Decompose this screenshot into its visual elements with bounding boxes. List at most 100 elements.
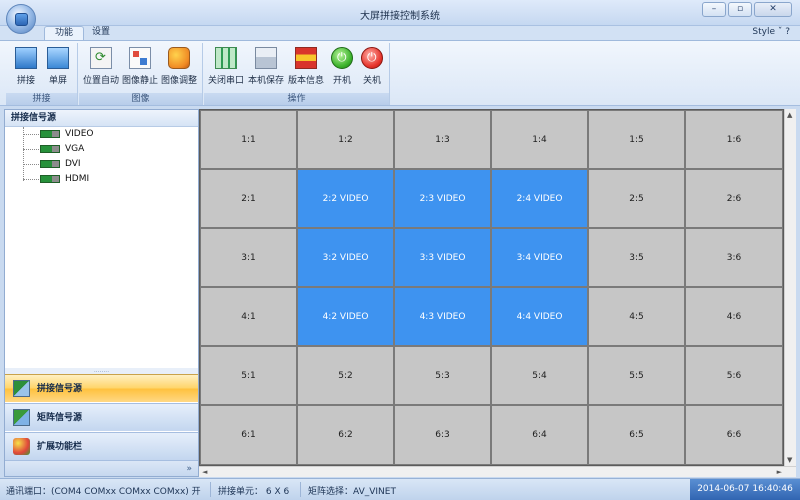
scroll-left-arrow[interactable]: ◄ (202, 468, 207, 476)
single-screen-button[interactable]: 单屏 (42, 47, 74, 86)
grid-cell-3-2[interactable]: 3:2 VIDEO (297, 228, 394, 287)
auto-position-icon (90, 47, 112, 69)
grid-cell-2-2[interactable]: 2:2 VIDEO (297, 169, 394, 228)
app-menu-button[interactable] (6, 4, 36, 34)
panel-expand-button[interactable]: » (5, 460, 198, 476)
tab-functions[interactable]: 功能 (44, 26, 85, 40)
tab-settings[interactable]: 设置 (82, 26, 120, 40)
grid-cell-2-6[interactable]: 2:6 (685, 169, 783, 228)
splice-wall-grid: 1:1 1:2 1:3 1:4 1:5 1:6 2:1 2:2 VIDEO 2:3 VIDEO 2… (199, 109, 784, 466)
grid-cell-label: 3:5 (629, 252, 644, 263)
grid-cell-4-2[interactable]: 4:2 VIDEO (297, 287, 394, 346)
power-off-button[interactable]: 关机 (358, 47, 386, 86)
version-info-button[interactable]: 版本信息 (286, 47, 326, 86)
grid-cell-6-5[interactable]: 6:5 (588, 405, 685, 465)
grid-cell-label: 5:1 (241, 370, 256, 381)
matrix-source-icon (13, 409, 30, 426)
image-freeze-icon (129, 47, 151, 69)
scroll-up-arrow[interactable]: ▲ (787, 111, 792, 119)
grid-cell-label: 1:2 (338, 134, 353, 145)
grid-cell-label: 2:5 (629, 193, 644, 204)
source-label: DVI (65, 159, 81, 169)
scroll-right-arrow[interactable]: ► (777, 468, 782, 476)
grid-cell-4-1[interactable]: 4:1 (200, 287, 297, 346)
grid-cell-label: 6:1 (241, 430, 256, 440)
nav-matrix-source[interactable]: 矩阵信号源 (5, 403, 198, 431)
image-freeze-button[interactable]: 图像静止 (121, 47, 159, 86)
grid-cell-label: 1:1 (241, 134, 256, 145)
extension-icon (13, 438, 30, 455)
power-on-button[interactable]: 开机 (328, 47, 356, 86)
splice-button[interactable]: 拼接 (10, 47, 42, 86)
grid-cell-label: 6:2 (338, 430, 353, 440)
auto-position-label: 位置自动 (82, 76, 119, 86)
grid-cell-4-5[interactable]: 4:5 (588, 287, 685, 346)
grid-cell-2-3[interactable]: 2:3 VIDEO (394, 169, 491, 228)
scroll-down-arrow[interactable]: ▼ (787, 456, 792, 464)
grid-cell-5-4[interactable]: 5:4 (491, 346, 588, 405)
grid-cell-4-3[interactable]: 4:3 VIDEO (394, 287, 491, 346)
grid-cell-6-4[interactable]: 6:4 (491, 405, 588, 465)
grid-cell-1-3[interactable]: 1:3 (394, 110, 491, 169)
grid-cell-2-1[interactable]: 2:1 (200, 169, 297, 228)
signal-source-icon (40, 175, 60, 183)
grid-cell-label: 2:3 VIDEO (419, 193, 466, 204)
close-serial-port-button[interactable]: 关闭串口 (206, 47, 246, 86)
close-button[interactable]: ✕ (754, 2, 792, 17)
auto-position-button[interactable]: 位置自动 (82, 47, 120, 86)
grid-cell-1-6[interactable]: 1:6 (685, 110, 783, 169)
grid-cell-2-4[interactable]: 2:4 VIDEO (491, 169, 588, 228)
grid-cell-3-6[interactable]: 3:6 (685, 228, 783, 287)
grid-cell-label: 4:3 VIDEO (419, 311, 466, 322)
minimize-button[interactable]: – (702, 2, 726, 17)
grid-cell-5-5[interactable]: 5:5 (588, 346, 685, 405)
group-label-splice: 拼接 (6, 93, 77, 105)
grid-cell-4-4[interactable]: 4:4 VIDEO (491, 287, 588, 346)
horizontal-scrollbar[interactable]: ◄ ► (199, 466, 796, 477)
maximize-button[interactable]: ▫ (728, 2, 752, 17)
status-bar: 通讯端口：(COM4 COMxx COMxx COMxx) 开 拼接单元： 6 … (0, 478, 800, 500)
tree-branch (23, 164, 39, 165)
grid-cell-6-2[interactable]: 6:2 (297, 405, 394, 465)
grid-cell-3-1[interactable]: 3:1 (200, 228, 297, 287)
grid-cell-1-4[interactable]: 1:4 (491, 110, 588, 169)
nav-extension-bar[interactable]: 扩展功能栏 (5, 432, 198, 460)
grid-cell-label: 5:3 (435, 370, 450, 381)
image-freeze-label: 图像静止 (121, 76, 158, 86)
grid-cell-6-1[interactable]: 6:1 (200, 405, 297, 465)
grid-cell-4-6[interactable]: 4:6 (685, 287, 783, 346)
grid-cell-3-5[interactable]: 3:5 (588, 228, 685, 287)
grid-cell-6-3[interactable]: 6:3 (394, 405, 491, 465)
source-label: VIDEO (65, 129, 94, 139)
style-menu[interactable]: Style ˇ ? (752, 27, 790, 37)
local-save-button[interactable]: 本机保存 (246, 47, 286, 86)
grid-cell-label: 5:6 (726, 370, 742, 381)
power-on-icon (331, 47, 353, 69)
grid-cell-6-6[interactable]: 6:6 (685, 405, 783, 465)
grid-cell-5-3[interactable]: 5:3 (394, 346, 491, 405)
vertical-scrollbar[interactable]: ▲ ▼ (784, 109, 796, 466)
nav-label: 矩阵信号源 (37, 413, 83, 423)
grid-cell-1-1[interactable]: 1:1 (200, 110, 297, 169)
group-label-image: 图像 (79, 93, 202, 105)
grid-cell-1-5[interactable]: 1:5 (588, 110, 685, 169)
local-save-label: 本机保存 (247, 76, 284, 86)
grid-cell-3-3[interactable]: 3:3 VIDEO (394, 228, 491, 287)
power-on-label: 开机 (332, 76, 351, 86)
serial-port-icon (215, 47, 237, 69)
image-adjust-button[interactable]: 图像调整 (160, 47, 198, 86)
grid-cell-5-6[interactable]: 5:6 (685, 346, 783, 405)
nav-splice-source[interactable]: 拼接信号源 (5, 374, 198, 402)
grid-cell-label: 1:3 (435, 134, 450, 145)
status-divider (210, 482, 211, 497)
grid-cell-5-2[interactable]: 5:2 (297, 346, 394, 405)
grid-cell-label: 2:2 VIDEO (322, 193, 369, 204)
signal-source-icon (40, 130, 60, 138)
grid-cell-3-4[interactable]: 3:4 VIDEO (491, 228, 588, 287)
grid-cell-2-5[interactable]: 2:5 (588, 169, 685, 228)
grid-cell-label: 6:3 (435, 430, 450, 440)
grid-cell-1-2[interactable]: 1:2 (297, 110, 394, 169)
grid-cell-5-1[interactable]: 5:1 (200, 346, 297, 405)
grid-cell-label: 2:1 (241, 193, 256, 204)
window-title: 大屏拼接控制系统 (360, 11, 440, 22)
